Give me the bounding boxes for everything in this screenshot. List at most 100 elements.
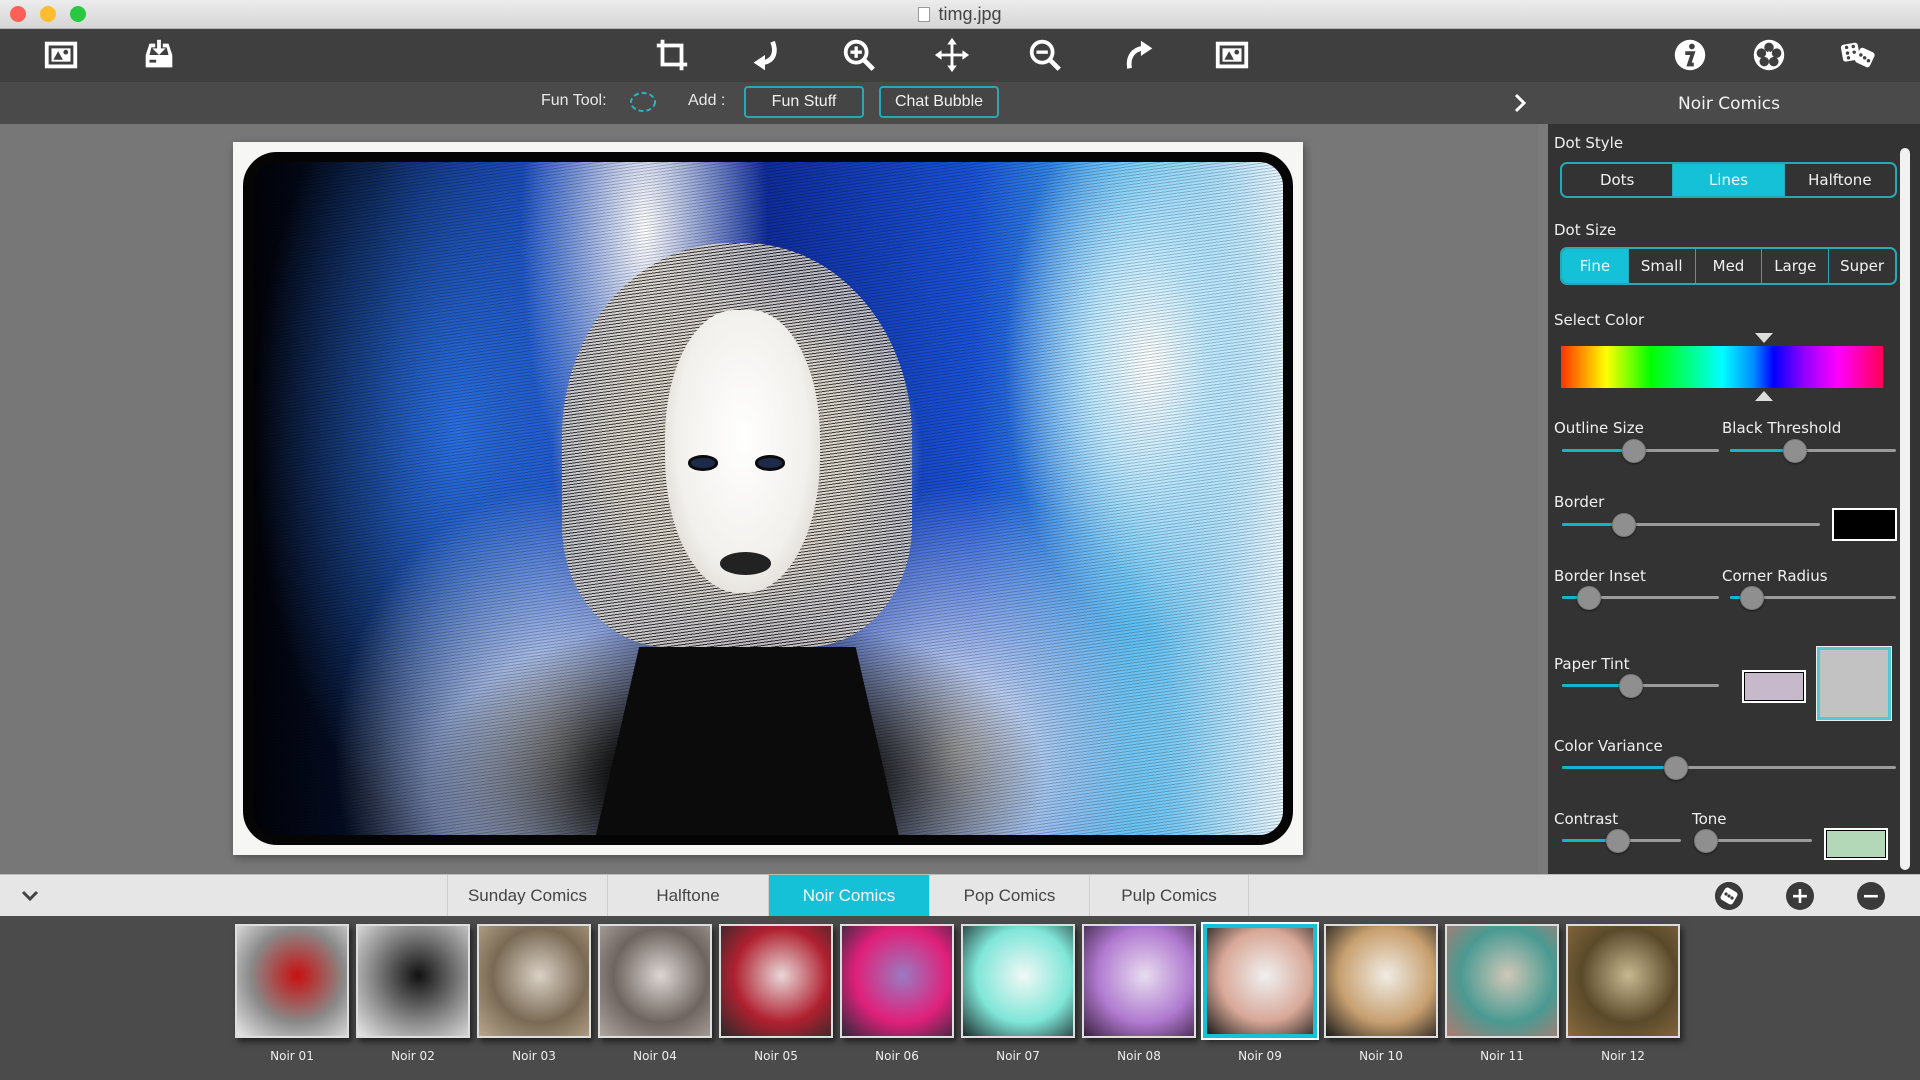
dot-style-halftone[interactable]: Halftone: [1785, 164, 1895, 196]
ellipse-select-icon[interactable]: [628, 90, 658, 114]
outline-size-label: Outline Size: [1554, 419, 1644, 437]
preset-thumbnail[interactable]: [1445, 924, 1559, 1038]
chevron-right-icon[interactable]: [1510, 90, 1530, 116]
slider-thumb[interactable]: [1622, 439, 1647, 463]
fun-tool-label: Fun Tool:: [541, 92, 607, 109]
dot-size-small[interactable]: Small: [1629, 249, 1696, 283]
dice-random-icon[interactable]: [1836, 35, 1880, 75]
border-color-swatch[interactable]: [1832, 508, 1897, 541]
dot-style-lines[interactable]: Lines: [1673, 164, 1785, 196]
preset-thumbnail-label: Noir 03: [512, 1049, 556, 1063]
dot-size-large[interactable]: Large: [1762, 249, 1830, 283]
preset-thumbnail[interactable]: [1566, 924, 1680, 1038]
corner-radius-label: Corner Radius: [1722, 567, 1828, 585]
info-icon[interactable]: [1668, 35, 1712, 75]
tab-pop-comics[interactable]: Pop Comics: [929, 875, 1089, 917]
dot-size-label: Dot Size: [1554, 221, 1617, 239]
preset-thumbnail[interactable]: [598, 924, 712, 1038]
document-icon: [918, 7, 931, 22]
tone-label: Tone: [1692, 810, 1727, 828]
hue-marker-top-icon[interactable]: [1754, 333, 1773, 343]
preset-thumbnail[interactable]: [235, 924, 349, 1038]
main-toolbar: [0, 29, 1920, 82]
photo-eye-left: [690, 458, 716, 468]
save-download-icon[interactable]: [137, 35, 181, 75]
window-title: timg.jpg: [0, 4, 1920, 25]
slider-thumb[interactable]: [1782, 439, 1807, 463]
dot-size-segmented: Fine Small Med Large Super: [1560, 247, 1897, 285]
preset-thumbnail[interactable]: [477, 924, 591, 1038]
tone-color-swatch[interactable]: [1824, 828, 1888, 860]
tab-noir-comics[interactable]: Noir Comics: [768, 875, 929, 917]
select-color-label: Select Color: [1554, 311, 1645, 329]
slider-thumb[interactable]: [1693, 829, 1718, 853]
black-threshold-slider[interactable]: [1730, 439, 1896, 463]
tab-pulp-comics[interactable]: Pulp Comics: [1089, 875, 1249, 917]
fun-stuff-button[interactable]: Fun Stuff: [744, 86, 864, 118]
settings-flower-icon[interactable]: [1747, 35, 1791, 75]
border-slider[interactable]: [1562, 513, 1820, 537]
slider-thumb[interactable]: [1663, 756, 1688, 780]
preset-thumbnail-label: Noir 09: [1238, 1049, 1282, 1063]
style-category-tabs: Sunday Comics Halftone Noir Comics Pop C…: [0, 874, 1920, 917]
slider-thumb[interactable]: [1576, 586, 1601, 610]
contrast-label: Contrast: [1554, 810, 1619, 828]
slider-thumb[interactable]: [1605, 829, 1630, 853]
preset-thumbnail[interactable]: [961, 924, 1075, 1038]
border-inset-slider[interactable]: [1562, 586, 1719, 610]
chevron-down-icon[interactable]: [18, 885, 42, 907]
dot-size-super[interactable]: Super: [1829, 249, 1895, 283]
slider-thumb[interactable]: [1619, 674, 1644, 698]
slider-thumb[interactable]: [1739, 586, 1764, 610]
preset-thumbnail[interactable]: [356, 924, 470, 1038]
zoom-out-icon[interactable]: [1023, 35, 1067, 75]
corner-radius-slider[interactable]: [1730, 586, 1896, 610]
black-threshold-label: Black Threshold: [1722, 419, 1842, 437]
photo-eye-right: [757, 458, 783, 468]
slider-thumb[interactable]: [1611, 513, 1636, 537]
add-preset-icon[interactable]: +: [1786, 882, 1814, 910]
photo-top: [592, 646, 902, 835]
preset-thumbnail-label: Noir 05: [754, 1049, 798, 1063]
outline-size-slider[interactable]: [1562, 439, 1719, 463]
remove-preset-icon[interactable]: −: [1857, 882, 1885, 910]
tab-sunday-comics[interactable]: Sunday Comics: [447, 875, 607, 917]
paper-tint-swatch[interactable]: [1742, 670, 1806, 703]
preset-thumbnail-label: Noir 02: [391, 1049, 435, 1063]
chat-bubble-button[interactable]: Chat Bubble: [879, 86, 999, 118]
preset-thumbnail[interactable]: [1201, 922, 1319, 1040]
paper-tint-slider[interactable]: [1562, 674, 1719, 698]
zoom-in-icon[interactable]: [837, 35, 881, 75]
preset-thumbnail[interactable]: [1082, 924, 1196, 1038]
tab-halftone[interactable]: Halftone: [607, 875, 768, 917]
paper-texture-swatch[interactable]: [1816, 646, 1892, 721]
rotate-right-icon[interactable]: [1117, 35, 1161, 75]
dot-style-label: Dot Style: [1554, 134, 1624, 152]
color-spectrum-bar[interactable]: [1561, 346, 1883, 388]
contrast-slider[interactable]: [1562, 829, 1681, 853]
move-icon[interactable]: [930, 35, 974, 75]
dot-style-dots[interactable]: Dots: [1562, 164, 1674, 196]
open-image-icon[interactable]: [39, 35, 83, 75]
rotate-left-icon[interactable]: [743, 35, 787, 75]
preset-thumbnail[interactable]: [1324, 924, 1438, 1038]
tone-slider[interactable]: [1693, 829, 1812, 853]
preset-thumbnail-label: Noir 01: [270, 1049, 314, 1063]
random-dice-icon[interactable]: [1715, 882, 1743, 910]
preset-thumbnail[interactable]: [840, 924, 954, 1038]
dot-size-med[interactable]: Med: [1696, 249, 1763, 283]
hue-marker-bottom-icon[interactable]: [1754, 391, 1773, 401]
panel-left-edge: [1538, 124, 1548, 874]
fit-image-icon[interactable]: [1210, 35, 1254, 75]
photo-image: [243, 152, 1293, 845]
dot-size-fine[interactable]: Fine: [1562, 249, 1629, 283]
comic-photo-preview[interactable]: [233, 142, 1303, 855]
crop-icon[interactable]: [650, 35, 694, 75]
tool-options-bar: Fun Tool: Add : Fun Stuff Chat Bubble: [0, 82, 1538, 124]
photo-face: [665, 310, 820, 593]
preset-thumbnail[interactable]: [719, 924, 833, 1038]
color-variance-slider[interactable]: [1562, 756, 1896, 780]
paper-tint-label: Paper Tint: [1554, 655, 1630, 673]
panel-scrollbar[interactable]: [1900, 148, 1910, 870]
preset-thumbnail-label: Noir 06: [875, 1049, 919, 1063]
